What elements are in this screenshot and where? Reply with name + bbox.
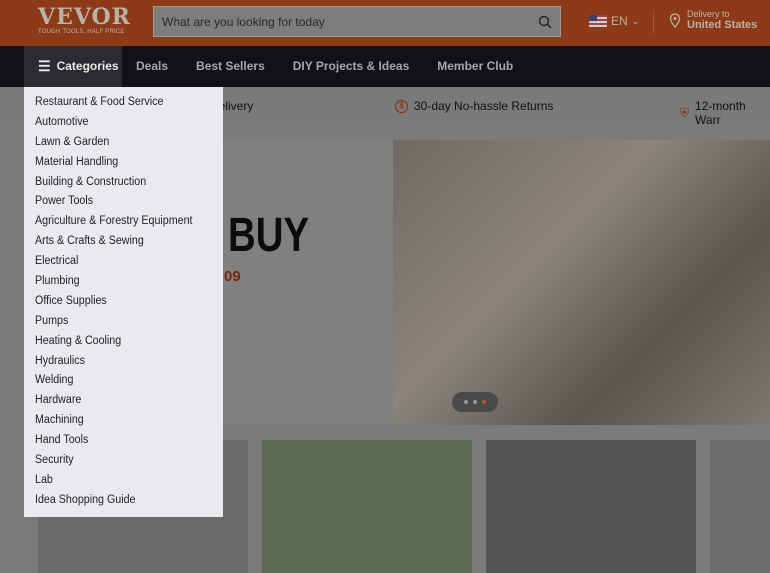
category-item[interactable]: Power Tools <box>35 194 210 214</box>
search-icon[interactable] <box>538 15 552 29</box>
divider <box>653 10 654 34</box>
header: VEVOR TOUGH TOOLS, HALF PRICE What are y… <box>0 0 770 46</box>
category-item[interactable]: Electrical <box>35 254 210 274</box>
shield-icon: ⛨ <box>680 105 690 120</box>
returns-icon: $ <box>395 99 408 113</box>
nav-best-sellers[interactable]: Best Sellers <box>182 46 279 87</box>
nav-deals[interactable]: Deals <box>122 46 182 87</box>
hero-headline: BUY <box>228 209 310 262</box>
category-item[interactable]: Building & Construction <box>35 175 210 195</box>
category-item[interactable]: Welding <box>35 373 210 393</box>
category-item[interactable]: Material Handling <box>35 155 210 175</box>
categories-button[interactable]: ☰ Categories <box>24 46 122 87</box>
category-item[interactable]: Restaurant & Food Service <box>35 95 210 115</box>
benefit-returns: 30-day No-hassle Returns <box>414 99 554 113</box>
nav-member-club[interactable]: Member Club <box>423 46 527 87</box>
category-item[interactable]: Hydraulics <box>35 354 210 374</box>
search-input[interactable]: What are you looking for today <box>153 6 561 37</box>
location-pin-icon <box>669 13 681 28</box>
search-placeholder: What are you looking for today <box>162 14 325 29</box>
category-item[interactable]: Security <box>35 453 210 473</box>
hero-image <box>393 140 770 425</box>
hero-price: 09 <box>224 268 241 285</box>
logo-tagline: TOUGH TOOLS, HALF PRICE <box>38 29 125 35</box>
category-item[interactable]: Office Supplies <box>35 294 210 314</box>
category-item[interactable]: Plumbing <box>35 274 210 294</box>
language-label: EN <box>611 14 628 28</box>
delivery-country: United States <box>687 19 758 31</box>
benefit-warranty: 12-month Warr <box>695 99 746 127</box>
chevron-down-icon: ⌄ <box>631 15 640 26</box>
carousel-dot-active[interactable] <box>482 400 486 404</box>
carousel-dot[interactable] <box>464 400 468 404</box>
vevor-logo[interactable]: VEVOR TOUGH TOOLS, HALF PRICE <box>38 6 131 35</box>
category-item[interactable]: Lab <box>35 473 210 493</box>
us-flag-icon <box>589 15 607 27</box>
carousel-dots[interactable] <box>452 392 498 412</box>
category-item[interactable]: Pumps <box>35 314 210 334</box>
delivery-location[interactable]: Delivery to United States <box>669 9 757 31</box>
delivery-label: Delivery to <box>687 9 730 19</box>
category-item[interactable]: Automotive <box>35 115 210 135</box>
category-item[interactable]: Machining <box>35 413 210 433</box>
main-nav: ☰ Categories Deals Best Sellers DIY Proj… <box>0 46 770 87</box>
category-item[interactable]: Heating & Cooling <box>35 334 210 354</box>
category-item[interactable]: Arts & Crafts & Sewing <box>35 234 210 254</box>
categories-dropdown: Restaurant & Food Service Automotive Lawn … <box>24 87 223 517</box>
categories-label: Categories <box>56 59 119 73</box>
logo-text: VEVOR <box>38 4 131 30</box>
language-selector[interactable]: EN ⌄ <box>589 14 639 28</box>
category-item[interactable]: Agriculture & Forestry Equipment <box>35 214 210 234</box>
carousel-dot[interactable] <box>473 400 477 404</box>
product-tile[interactable] <box>710 440 770 573</box>
category-item[interactable]: Lawn & Garden <box>35 135 210 155</box>
category-item[interactable]: Idea Shopping Guide <box>35 493 210 513</box>
category-item[interactable]: Hand Tools <box>35 433 210 453</box>
category-item[interactable]: Hardware <box>35 393 210 413</box>
hamburger-icon: ☰ <box>38 58 51 74</box>
product-tile[interactable] <box>486 440 696 573</box>
product-tile[interactable] <box>262 440 472 573</box>
nav-diy-projects[interactable]: DIY Projects & Ideas <box>279 46 424 87</box>
